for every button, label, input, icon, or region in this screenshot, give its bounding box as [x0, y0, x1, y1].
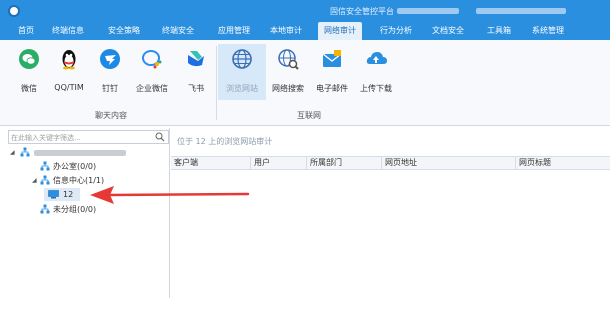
- qq-penguin-icon: [62, 50, 76, 70]
- web-search-label: 网络搜索: [272, 84, 304, 93]
- tree-item-label: 未分组(0/0): [53, 205, 97, 214]
- internet-group-label: 互联网: [297, 111, 321, 120]
- tree-collapse-icon[interactable]: ◢: [32, 174, 37, 187]
- window-title: 固信安全管控平台 -: [330, 7, 400, 16]
- email-label: 电子邮件: [316, 84, 348, 93]
- email-button[interactable]: 电子邮件: [308, 44, 356, 100]
- audit-results-panel: 位于 12 上的浏览网站审计 客户端 用户 所属部门 网页地址 网页标题: [171, 128, 610, 298]
- wecom-icon: [142, 50, 162, 69]
- redacted-root-name: [34, 150, 126, 156]
- feishu-button[interactable]: 飞书: [172, 44, 220, 100]
- dingtalk-button[interactable]: 钉钉: [86, 44, 134, 100]
- search-icon[interactable]: [155, 132, 165, 142]
- feishu-label: 飞书: [188, 84, 204, 93]
- computer-icon: [48, 190, 59, 199]
- menu-item-behavior-analysis[interactable]: 行为分析: [380, 22, 412, 40]
- web-search-icon: [278, 49, 299, 70]
- ribbon-toolbar: 微信 QQ/TIM 钉钉 企业微信 飞书 浏览网站 网络搜索 电子邮件 上传下载…: [0, 40, 610, 126]
- globe-icon: [232, 49, 252, 69]
- tree-item-ungrouped[interactable]: 未分组(0/0): [24, 203, 164, 216]
- chat-group-label: 聊天内容: [95, 111, 127, 120]
- org-icon: [20, 147, 30, 157]
- title-bar: 固信安全管控平台 -: [0, 0, 610, 22]
- org-icon: [40, 204, 50, 214]
- menu-item-home[interactable]: 首页: [18, 22, 34, 40]
- column-header-web-url[interactable]: 网页地址: [382, 157, 516, 169]
- browse-websites-button[interactable]: 浏览网站: [218, 44, 266, 100]
- upload-download-label: 上传下载: [360, 84, 392, 93]
- org-icon: [40, 175, 50, 185]
- menu-item-document-security[interactable]: 文档安全: [432, 22, 464, 40]
- wechat-icon: [19, 49, 39, 69]
- dingtalk-label: 钉钉: [102, 84, 118, 93]
- column-header-client[interactable]: 客户端: [171, 157, 251, 169]
- dingtalk-icon: [100, 49, 120, 69]
- tree-item-label: 12: [63, 190, 74, 199]
- redacted-title-segment: [476, 8, 566, 14]
- tree-search-input[interactable]: [11, 132, 151, 143]
- tree-item-label: 办公室(0/0): [53, 162, 97, 171]
- tree-item-computer-12[interactable]: 12: [48, 188, 88, 201]
- results-table-header: 客户端 用户 所属部门 网页地址 网页标题: [171, 156, 610, 170]
- tree-item-office[interactable]: 办公室(0/0): [24, 160, 164, 173]
- tree-item-info-center[interactable]: ◢ 信息中心(1/1): [24, 174, 164, 187]
- tree-root-row[interactable]: ◢: [10, 146, 170, 159]
- menu-item-network-audit[interactable]: 网络审计: [318, 22, 362, 40]
- menu-item-toolbox[interactable]: 工具箱: [487, 22, 511, 40]
- column-header-user[interactable]: 用户: [251, 157, 307, 169]
- menu-item-local-audit[interactable]: 本地审计: [270, 22, 302, 40]
- column-header-department[interactable]: 所属部门: [307, 157, 382, 169]
- column-header-web-title[interactable]: 网页标题: [516, 157, 610, 169]
- upload-download-button[interactable]: 上传下载: [352, 44, 400, 100]
- tree-item-label: 信息中心(1/1): [53, 176, 105, 185]
- wecom-button[interactable]: 企业微信: [128, 44, 176, 100]
- org-icon: [40, 161, 50, 171]
- cloud-upload-icon: [366, 52, 387, 64]
- main-menu-bar: 首页 终端信息 安全策略 终端安全 应用管理 本地审计 网络审计 行为分析 文档…: [0, 22, 610, 40]
- ribbon-group-separator: [216, 46, 217, 120]
- tree-collapse-icon[interactable]: ◢: [10, 146, 15, 159]
- web-search-button[interactable]: 网络搜索: [264, 44, 312, 100]
- browse-websites-label: 浏览网站: [226, 84, 258, 93]
- tree-search-box: [8, 130, 169, 144]
- menu-item-security-policy[interactable]: 安全策略: [108, 22, 140, 40]
- email-icon: [322, 50, 342, 67]
- menu-item-app-management[interactable]: 应用管理: [218, 22, 250, 40]
- audit-context-label: 位于 12 上的浏览网站审计: [177, 137, 273, 146]
- menu-item-system-management[interactable]: 系统管理: [532, 22, 564, 40]
- redacted-title-segment: [397, 8, 459, 14]
- app-logo-icon: [8, 5, 20, 17]
- menu-item-terminal-info[interactable]: 终端信息: [52, 22, 84, 40]
- feishu-icon: [188, 51, 204, 67]
- menu-item-terminal-security[interactable]: 终端安全: [162, 22, 194, 40]
- wecom-label: 企业微信: [136, 84, 168, 93]
